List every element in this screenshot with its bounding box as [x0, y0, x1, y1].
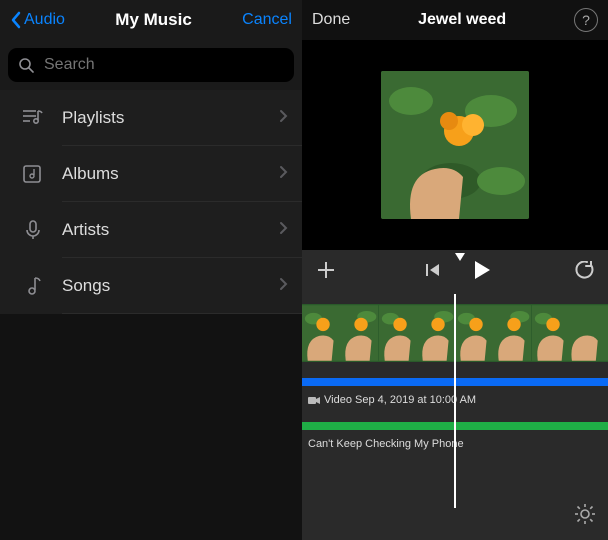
clip-thumbnail [570, 304, 608, 362]
settings-button[interactable] [574, 503, 596, 530]
cancel-button[interactable]: Cancel [242, 11, 292, 29]
video-icon [308, 396, 320, 405]
row-label: Playlists [62, 108, 124, 128]
preview-image [381, 71, 529, 219]
clip-thumbnail [455, 304, 493, 362]
video-clip-label: Video Sep 4, 2019 at 10:00 AM [308, 394, 476, 406]
editor-pane: Done Jewel weed ? [302, 0, 608, 540]
back-button[interactable]: Audio [10, 11, 65, 29]
undo-button[interactable] [572, 261, 594, 284]
editor-header: Done Jewel weed ? [302, 0, 608, 40]
row-label: Artists [62, 220, 109, 240]
albums-icon [20, 164, 46, 184]
row-songs[interactable]: Songs [0, 258, 302, 314]
search-icon [18, 57, 34, 73]
back-label: Audio [24, 11, 65, 29]
clip-thumbnail [340, 304, 378, 362]
search-input[interactable] [42, 55, 284, 75]
category-list: Playlists Albums Artists [0, 90, 302, 314]
chevron-right-icon [279, 277, 288, 296]
project-title: Jewel weed [418, 11, 506, 29]
music-picker-header: Audio My Music Cancel [0, 0, 302, 40]
row-artists[interactable]: Artists [0, 202, 302, 258]
row-label: Albums [62, 164, 119, 184]
artists-icon [20, 219, 46, 241]
playback-controls [302, 250, 608, 294]
skip-back-icon [424, 262, 442, 278]
audio-clip-label: Can't Keep Checking My Phone [308, 438, 464, 450]
skip-back-button[interactable] [424, 262, 442, 283]
timeline[interactable]: Video Sep 4, 2019 at 10:00 AM Can't Keep… [302, 294, 608, 540]
help-button[interactable]: ? [574, 8, 598, 32]
add-media-button[interactable] [316, 260, 336, 285]
plus-icon [316, 260, 336, 280]
picker-title: My Music [115, 10, 192, 30]
video-preview[interactable] [381, 71, 529, 219]
gear-icon [574, 503, 596, 525]
play-button[interactable] [472, 259, 492, 286]
chevron-right-icon [279, 165, 288, 184]
undo-icon [572, 261, 594, 279]
done-button[interactable]: Done [312, 11, 350, 29]
chevron-right-icon [279, 109, 288, 128]
clip-thumbnail [417, 304, 455, 362]
row-playlists[interactable]: Playlists [0, 90, 302, 146]
clip-thumbnail [302, 304, 340, 362]
clip-thumbnail [493, 304, 531, 362]
music-picker-pane: Audio My Music Cancel Playlists [0, 0, 302, 540]
clip-thumbnail [532, 304, 570, 362]
play-icon [472, 259, 492, 281]
video-preview-area [302, 40, 608, 250]
chevron-right-icon [279, 221, 288, 240]
question-icon: ? [582, 12, 590, 28]
search-wrap [0, 40, 302, 90]
row-label: Songs [62, 276, 110, 296]
search-field[interactable] [8, 48, 294, 82]
playlists-icon [20, 108, 46, 128]
playhead-marker-icon [454, 249, 466, 267]
clip-thumbnail [379, 304, 417, 362]
songs-icon [20, 275, 46, 297]
playhead[interactable] [454, 294, 456, 508]
row-albums[interactable]: Albums [0, 146, 302, 202]
chevron-left-icon [10, 11, 22, 29]
